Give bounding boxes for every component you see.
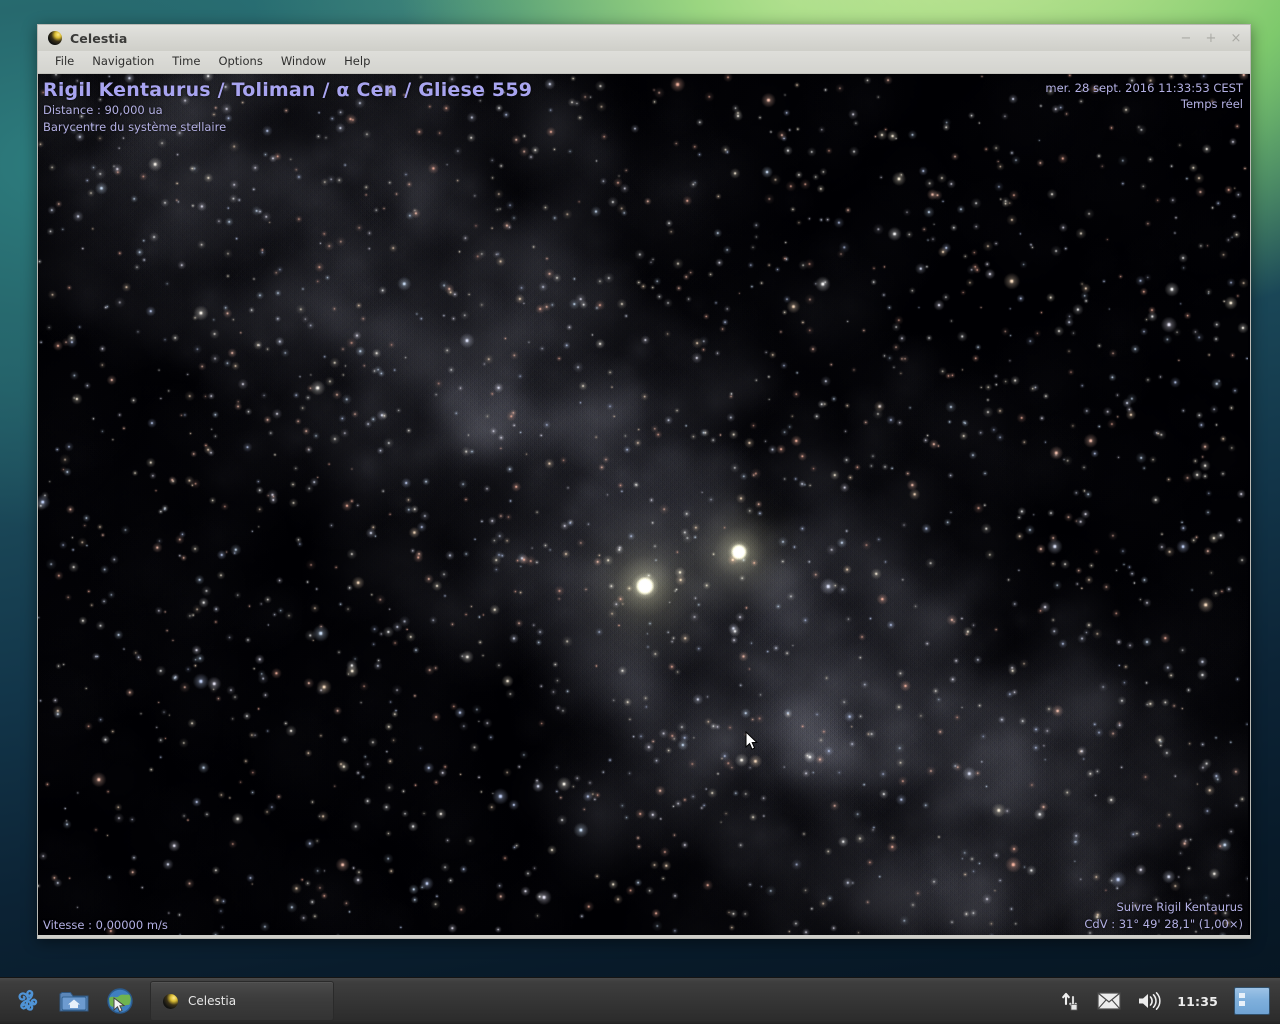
workspace-switcher-icon[interactable]: [1234, 987, 1270, 1015]
window-titlebar[interactable]: Celestia − + ×: [38, 25, 1250, 51]
menu-options[interactable]: Options: [209, 54, 271, 71]
desktop-background: Celestia − + × File Navigation Time Opti…: [0, 0, 1280, 1024]
menu-bar[interactable]: File Navigation Time Options Window Help: [38, 51, 1250, 74]
triskelion-menu-icon[interactable]: [8, 981, 48, 1021]
taskbar[interactable]: Celestia 11:35: [0, 977, 1280, 1024]
task-button-label: Celestia: [188, 994, 237, 1008]
taskbar-window-list[interactable]: Celestia: [150, 981, 334, 1021]
task-button-celestia[interactable]: Celestia: [150, 981, 334, 1021]
system-tray[interactable]: 11:35: [1059, 987, 1280, 1015]
menu-window[interactable]: Window: [272, 54, 335, 71]
menu-navigation[interactable]: Navigation: [83, 54, 163, 71]
taskbar-clock[interactable]: 11:35: [1177, 994, 1218, 1009]
menu-time[interactable]: Time: [163, 54, 209, 71]
menu-help[interactable]: Help: [335, 54, 379, 71]
celestia-sphere-icon: [48, 31, 62, 45]
maximize-button[interactable]: +: [1205, 32, 1217, 45]
mail-envelope-icon[interactable]: [1097, 992, 1121, 1010]
close-button[interactable]: ×: [1230, 32, 1242, 45]
window-controls[interactable]: − + ×: [1180, 25, 1242, 51]
starfield-canvas: [38, 74, 1248, 935]
menu-file[interactable]: File: [46, 54, 83, 71]
speaker-volume-icon[interactable]: [1137, 991, 1161, 1011]
celestia-sphere-icon: [163, 993, 178, 1009]
taskbar-launchers[interactable]: [0, 981, 140, 1021]
home-folder-icon[interactable]: [54, 981, 94, 1021]
window-title: Celestia: [70, 30, 128, 46]
web-browser-globe-icon[interactable]: [100, 981, 140, 1021]
network-updown-arrows-icon[interactable]: [1059, 990, 1081, 1012]
celestia-3d-view[interactable]: Rigil Kentaurus / Toliman / α Cen / Glie…: [38, 74, 1250, 938]
minimize-button[interactable]: −: [1180, 32, 1192, 45]
celestia-window[interactable]: Celestia − + × File Navigation Time Opti…: [37, 24, 1251, 939]
